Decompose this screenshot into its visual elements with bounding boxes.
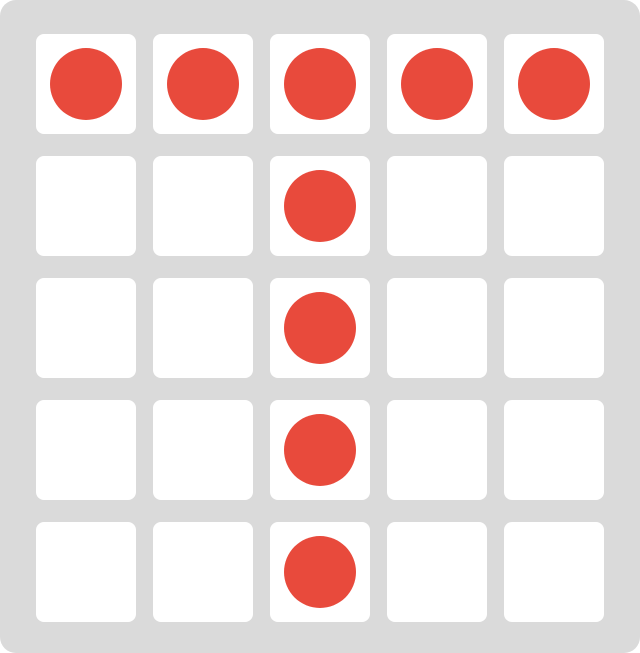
board-cell-r2-c4[interactable]	[387, 156, 487, 256]
board-cell-r2-c3[interactable]	[270, 156, 370, 256]
red-piece	[284, 536, 356, 608]
board-cell-r4-c3[interactable]	[270, 400, 370, 500]
board-cell-r1-c1[interactable]	[36, 34, 136, 134]
board-cell-r4-c5[interactable]	[504, 400, 604, 500]
board-cell-r4-c2[interactable]	[153, 400, 253, 500]
board-cell-r2-c5[interactable]	[504, 156, 604, 256]
board-cell-r2-c2[interactable]	[153, 156, 253, 256]
board-cell-r3-c3[interactable]	[270, 278, 370, 378]
board-cell-r2-c1[interactable]	[36, 156, 136, 256]
board-cell-r1-c4[interactable]	[387, 34, 487, 134]
red-piece	[284, 48, 356, 120]
game-board	[0, 0, 640, 653]
board-cell-r1-c2[interactable]	[153, 34, 253, 134]
red-piece	[167, 48, 239, 120]
board-cell-r5-c2[interactable]	[153, 522, 253, 622]
board-cell-r3-c2[interactable]	[153, 278, 253, 378]
red-piece	[284, 292, 356, 364]
board-cell-r3-c4[interactable]	[387, 278, 487, 378]
board-cell-r3-c1[interactable]	[36, 278, 136, 378]
board-cell-r5-c5[interactable]	[504, 522, 604, 622]
board-cell-r5-c1[interactable]	[36, 522, 136, 622]
board-cell-r4-c1[interactable]	[36, 400, 136, 500]
red-piece	[284, 170, 356, 242]
board-cell-r5-c4[interactable]	[387, 522, 487, 622]
red-piece	[284, 414, 356, 486]
board-cell-r3-c5[interactable]	[504, 278, 604, 378]
board-cell-r5-c3[interactable]	[270, 522, 370, 622]
red-piece	[401, 48, 473, 120]
red-piece	[50, 48, 122, 120]
board-cell-r1-c3[interactable]	[270, 34, 370, 134]
board-cell-r1-c5[interactable]	[504, 34, 604, 134]
board-cell-r4-c4[interactable]	[387, 400, 487, 500]
red-piece	[518, 48, 590, 120]
